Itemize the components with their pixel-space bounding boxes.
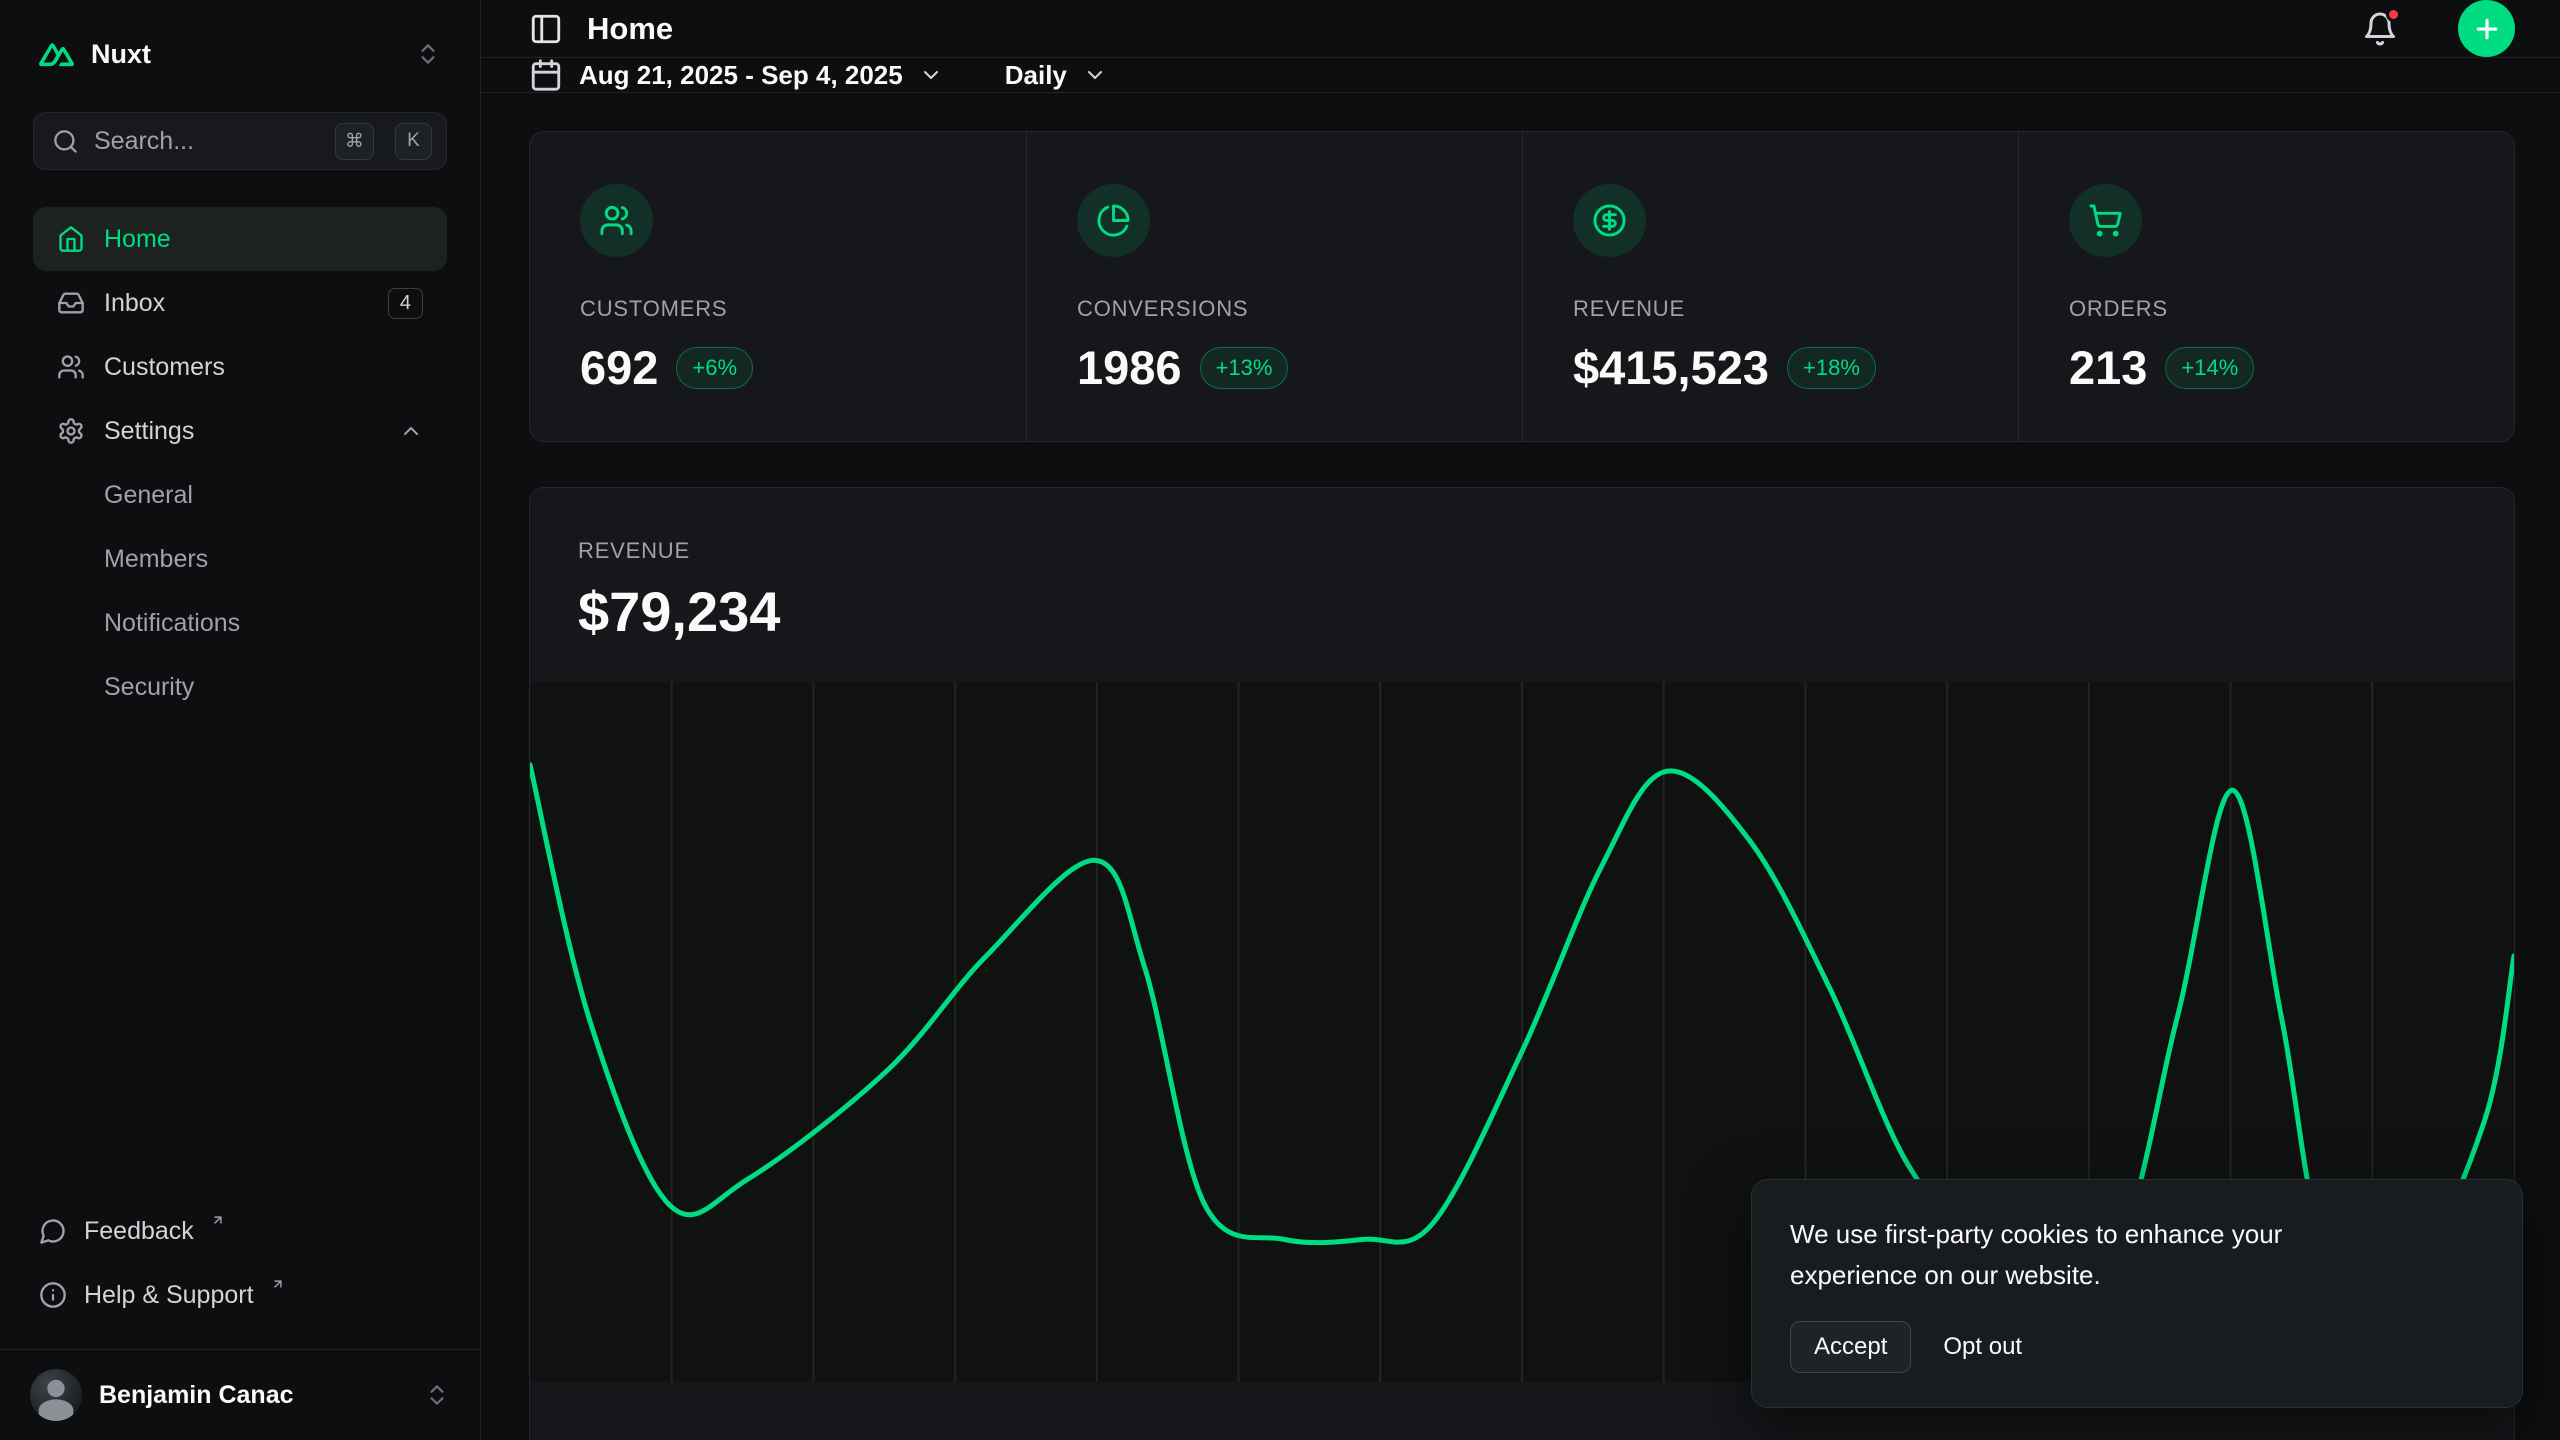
sidebar-item-members[interactable]: Members xyxy=(33,527,447,591)
sidebar-item-label: General xyxy=(104,481,193,510)
gear-icon xyxy=(57,417,85,445)
stat-delta-badge: +13% xyxy=(1200,347,1289,389)
sidebar-item-settings[interactable]: Settings xyxy=(33,399,447,463)
inbox-icon xyxy=(57,289,85,317)
kbd-meta: ⌘ xyxy=(335,123,374,160)
users-icon xyxy=(580,184,653,257)
granularity-select[interactable]: Daily xyxy=(1005,60,1107,91)
chevrons-up-down-icon xyxy=(424,1382,450,1408)
opt-out-button[interactable]: Opt out xyxy=(1943,1333,2022,1361)
stat-value: $415,523 xyxy=(1573,340,1769,395)
stat-delta-badge: +6% xyxy=(676,347,753,389)
sidebar-toggle-button[interactable] xyxy=(529,12,563,46)
sidebar-item-notifications[interactable]: Notifications xyxy=(33,591,447,655)
info-circle-icon xyxy=(39,1281,67,1309)
sidebar-item-label: Security xyxy=(104,673,194,702)
sidebar-nav: Home Inbox 4 Customers Sett xyxy=(33,207,447,719)
search-icon xyxy=(52,128,79,155)
stat-customers[interactable]: CUSTOMERS 692 +6% xyxy=(530,132,1026,441)
feedback-link[interactable]: Feedback xyxy=(33,1199,447,1263)
chevron-down-icon xyxy=(919,63,943,87)
date-range-label: Aug 21, 2025 - Sep 4, 2025 xyxy=(579,60,903,91)
sidebar-item-label: Home xyxy=(104,225,171,254)
add-button[interactable] xyxy=(2458,0,2515,57)
chevron-down-icon xyxy=(1083,63,1107,87)
sidebar: Nuxt Search... ⌘ K Home xyxy=(0,0,481,1440)
revenue-value: $79,234 xyxy=(578,579,2466,644)
stat-label: ORDERS xyxy=(2069,296,2464,322)
sidebar-item-label: Customers xyxy=(104,353,225,382)
stat-conversions[interactable]: CONVERSIONS 1986 +13% xyxy=(1026,132,1522,441)
revenue-card-header: REVENUE $79,234 xyxy=(530,488,2514,682)
stat-value: 692 xyxy=(580,340,658,395)
plus-icon xyxy=(2472,14,2502,44)
stat-delta-badge: +18% xyxy=(1787,347,1876,389)
sidebar-item-inbox[interactable]: Inbox 4 xyxy=(33,271,447,335)
message-circle-icon xyxy=(39,1217,67,1245)
home-icon xyxy=(57,225,85,253)
sidebar-item-security[interactable]: Security xyxy=(33,655,447,719)
stat-orders[interactable]: ORDERS 213 +14% xyxy=(2018,132,2514,441)
users-icon xyxy=(57,353,85,381)
sidebar-item-label: Inbox xyxy=(104,289,165,318)
settings-subnav: General Members Notifications Security xyxy=(33,463,447,719)
accept-cookies-button[interactable]: Accept xyxy=(1790,1321,1911,1373)
stat-label: CUSTOMERS xyxy=(580,296,976,322)
feedback-label: Feedback xyxy=(84,1217,194,1246)
sidebar-item-label: Settings xyxy=(104,417,194,446)
sidebar-footer-links: Feedback Help & Support xyxy=(0,1199,480,1327)
sidebar-item-label: Members xyxy=(104,545,208,574)
cart-icon xyxy=(2069,184,2142,257)
help-support-label: Help & Support xyxy=(84,1281,254,1310)
search-input[interactable]: Search... ⌘ K xyxy=(33,112,447,170)
kbd-k: K xyxy=(395,123,432,160)
stat-revenue[interactable]: REVENUE $415,523 +18% xyxy=(1522,132,2018,441)
search-placeholder: Search... xyxy=(94,127,314,156)
user-menu[interactable]: Benjamin Canac xyxy=(0,1349,480,1440)
stat-delta-badge: +14% xyxy=(2165,347,2254,389)
sidebar-item-customers[interactable]: Customers xyxy=(33,335,447,399)
external-link-icon xyxy=(271,1277,285,1291)
user-name: Benjamin Canac xyxy=(99,1381,407,1410)
workspace-switcher[interactable]: Nuxt xyxy=(33,22,447,86)
sidebar-item-home[interactable]: Home xyxy=(33,207,447,271)
filters-toolbar: Aug 21, 2025 - Sep 4, 2025 Daily xyxy=(481,58,2560,93)
cookie-banner: We use first-party cookies to enhance yo… xyxy=(1751,1179,2523,1408)
pie-chart-icon xyxy=(1077,184,1150,257)
sidebar-item-label: Notifications xyxy=(104,609,240,638)
stat-label: REVENUE xyxy=(1573,296,1968,322)
circle-dollar-icon xyxy=(1573,184,1646,257)
chevron-up-icon xyxy=(399,419,423,443)
revenue-label: REVENUE xyxy=(578,538,2466,564)
chevrons-up-down-icon xyxy=(415,41,441,67)
header: Home xyxy=(481,0,2560,58)
help-support-link[interactable]: Help & Support xyxy=(33,1263,447,1327)
stat-value: 213 xyxy=(2069,340,2147,395)
stat-label: CONVERSIONS xyxy=(1077,296,1472,322)
sidebar-item-general[interactable]: General xyxy=(33,463,447,527)
notifications-button[interactable] xyxy=(2354,3,2406,55)
inbox-count-badge: 4 xyxy=(388,288,423,319)
avatar xyxy=(30,1369,82,1421)
stat-value: 1986 xyxy=(1077,340,1182,395)
sidebar-top: Nuxt Search... ⌘ K Home xyxy=(0,0,480,719)
granularity-label: Daily xyxy=(1005,60,1067,91)
external-link-icon xyxy=(211,1213,225,1227)
stats-row: CUSTOMERS 692 +6% CONVERSIONS 1986 +13% xyxy=(529,131,2515,442)
page-title: Home xyxy=(587,11,673,47)
notification-dot xyxy=(2386,7,2401,22)
calendar-icon xyxy=(529,58,563,92)
panel-left-icon xyxy=(529,12,563,46)
nuxt-logo-icon xyxy=(39,41,74,67)
date-range-picker[interactable]: Aug 21, 2025 - Sep 4, 2025 xyxy=(529,58,943,92)
workspace-name: Nuxt xyxy=(91,39,151,70)
cookie-message: We use first-party cookies to enhance yo… xyxy=(1790,1214,2390,1295)
cookie-actions: Accept Opt out xyxy=(1790,1321,2484,1373)
